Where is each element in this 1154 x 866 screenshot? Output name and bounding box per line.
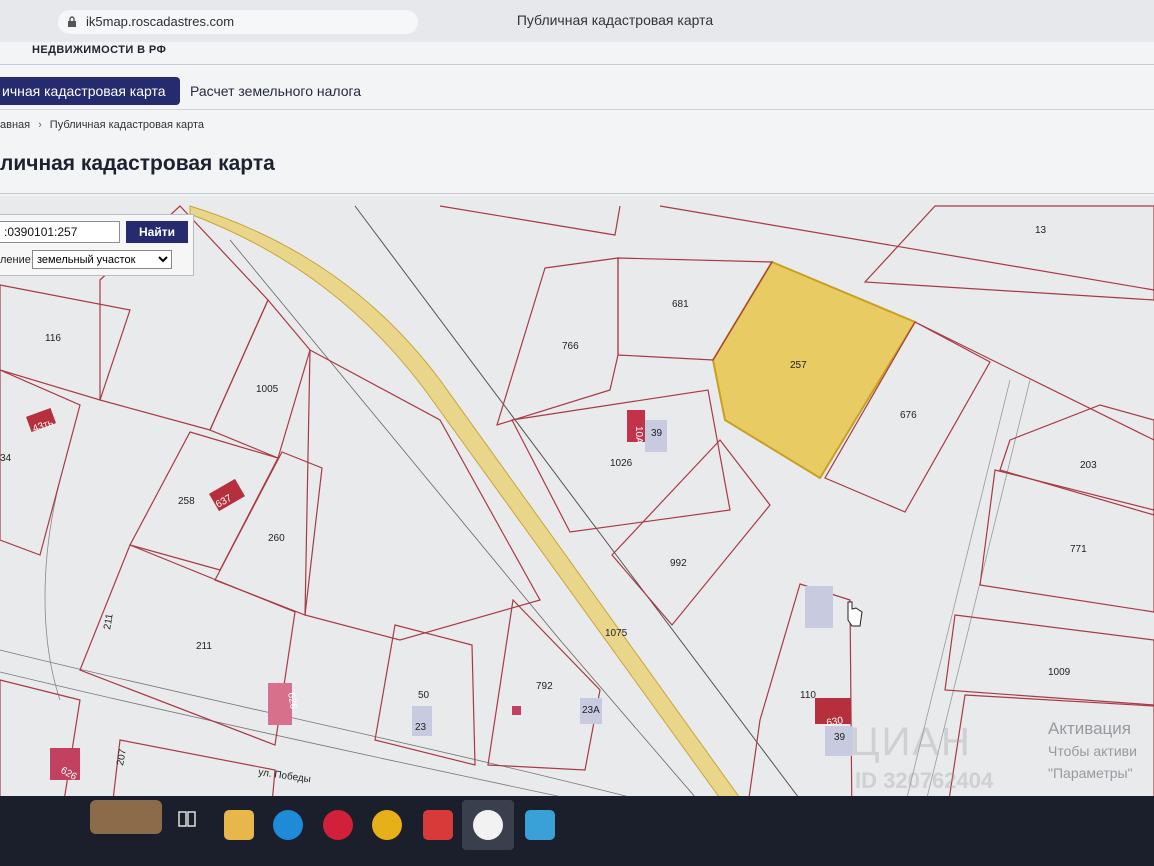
parcel-766 [496,257,619,426]
parcel-203 [999,404,1154,516]
boundary-line [659,205,1154,291]
plot-label: 211 [196,641,212,652]
hand-cursor-icon [847,601,863,627]
watermark: ЦИАН [850,720,972,764]
file-explorer-icon[interactable] [224,810,254,840]
plot-label: 766 [562,341,579,352]
chevron-right-icon: › [38,119,42,131]
parcel-116 [0,284,131,401]
parcel-1005 [209,298,311,459]
map-canvas[interactable]: 13 116 1005 766 681 257 676 203 771 1026… [0,196,1154,826]
brand-text: НЕДВИЖИМОСТИ В РФ [32,44,167,56]
address-bar[interactable]: ik5map.roscadastres.com [58,10,418,34]
search-panel: Найти ление: земельный участок [0,214,194,276]
object-type-select[interactable]: земельный участок [32,250,172,269]
parcel-34 [0,369,81,556]
plot-label: 39 [834,732,846,743]
plot-label: 771 [1070,544,1087,555]
chrome-icon[interactable] [372,810,402,840]
app-icon[interactable] [525,810,555,840]
window-title: Публичная кадастровая карта [516,12,714,28]
plot-label: 792 [536,681,553,692]
breadcrumb: авная › Публичная кадастровая карта [0,119,204,131]
parcel-1009 [944,614,1154,706]
plot-label: 257 [790,360,807,371]
parcel-257-highlight [711,260,917,480]
brand-strip: НЕДВИЖИМОСТИ В РФ [0,42,1154,64]
tab-cadastral-map[interactable]: ичная кадастровая карта [0,77,180,105]
task-view-icon[interactable] [176,808,198,830]
activation-line: "Параметры" [1048,765,1133,781]
plot-label: 676 [900,410,917,421]
edge-icon[interactable] [273,810,303,840]
divider [0,193,1154,194]
plot-label: 1009 [1048,667,1071,678]
object-type-label: ление: [0,254,34,266]
cadastral-number-input[interactable] [0,221,120,243]
road-line [44,479,61,701]
lock-icon [68,16,76,27]
plot-label: 116 [45,333,61,344]
divider [0,64,1154,65]
windows-activation-notice: Активация Чтобы активи "Параметры" [1048,718,1137,784]
building [512,706,521,715]
divider [0,109,1154,110]
cadastral-map[interactable]: 13 116 1005 766 681 257 676 203 771 1026… [0,196,1154,826]
parcel-13-area [863,205,1154,301]
opera-icon[interactable] [323,810,353,840]
plot-label: 23 [415,722,427,733]
site-header: НЕДВИЖИМОСТИ В РФ ичная кадастровая карт… [0,42,1154,196]
plot-label: 39 [651,428,663,439]
plot-label: 260 [268,533,285,544]
plot-label: 23А [582,705,600,716]
parcel-211 [79,544,296,746]
plot-label: 207 [115,748,129,767]
boundary-line [439,205,621,236]
tab-land-tax[interactable]: Расчет земельного налога [190,77,361,105]
plot-label: 992 [670,558,687,569]
wps-office-icon[interactable] [423,810,453,840]
plot-label: 34 [0,453,12,464]
boundary-line [914,321,1154,441]
plot-label: 1026 [610,458,633,469]
plot-label: 1075 [605,628,628,639]
breadcrumb-home[interactable]: авная [0,119,30,131]
plot-label: 13 [1035,225,1047,236]
plot-label: 203 [1080,460,1097,471]
parcel-992 [611,439,771,626]
plot-label: 50 [418,690,430,701]
activation-line: Чтобы активи [1048,743,1137,759]
plot-label: 258 [178,496,195,507]
plot-label: 1005 [256,384,279,395]
yandex-browser-icon[interactable] [473,810,503,840]
plot-label: 110 [800,690,816,701]
address-text: ik5map.roscadastres.com [86,14,235,29]
breadcrumb-current: Публичная кадастровая карта [49,119,205,131]
parcel-771 [979,469,1154,613]
building-label: 10А [633,426,644,444]
page-title: личная кадастровая карта [0,152,275,175]
road-line [229,239,721,826]
building [805,586,833,628]
watermark-id: ID 320762404 [855,768,994,793]
plot-label: 211 [102,612,116,630]
search-button[interactable]: Найти [126,221,188,243]
start-icon[interactable] [90,800,162,834]
street-label: ул. Победы [258,766,312,785]
taskbar [0,796,1154,866]
plot-label: 681 [672,299,689,310]
activation-title: Активация [1048,719,1131,738]
browser-toolbar: ik5map.roscadastres.com Публичная кадаст… [0,0,1154,43]
